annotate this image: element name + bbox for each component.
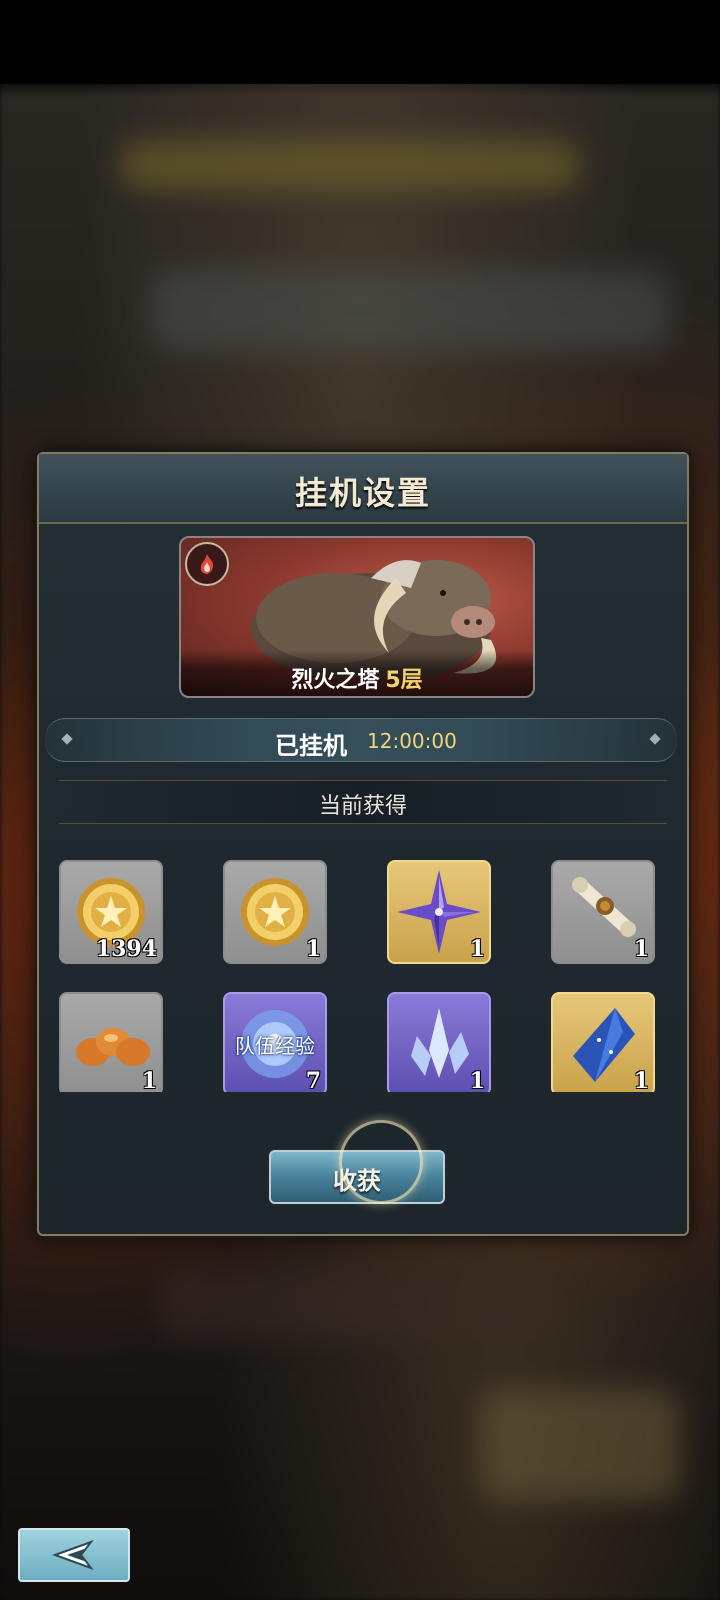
reward-item[interactable]: 队伍经验 7 bbox=[223, 992, 327, 1092]
earnings-header: 当前获得 bbox=[59, 780, 667, 824]
status-bar-area bbox=[0, 0, 720, 84]
bg-blur-strip bbox=[150, 270, 670, 350]
bg-blur-strip bbox=[160, 1270, 560, 1340]
stage-floor: 5层 bbox=[385, 668, 423, 693]
reward-item[interactable]: 1 bbox=[387, 992, 491, 1092]
reward-item[interactable]: 1 bbox=[223, 860, 327, 964]
back-arrow-icon bbox=[52, 1539, 94, 1571]
afk-elapsed-time: 12:00:00 bbox=[367, 729, 457, 753]
diamond-ornament-icon bbox=[649, 733, 661, 745]
diamond-ornament-icon bbox=[61, 733, 73, 745]
reward-item[interactable]: 1394 bbox=[59, 860, 163, 964]
fire-icon bbox=[200, 554, 214, 574]
afk-status-bar: 已挂机 12:00:00 bbox=[45, 718, 677, 762]
bg-blur-strip bbox=[480, 1390, 680, 1500]
bg-blur-strip bbox=[120, 140, 580, 190]
dialog-header: 挂机设置 bbox=[39, 454, 687, 524]
harvest-button-label: 收获 bbox=[333, 1166, 381, 1195]
stage-banner[interactable]: 烈火之塔 5层 bbox=[179, 536, 535, 698]
fire-element-badge bbox=[185, 542, 229, 586]
stage-name: 烈火之塔 bbox=[291, 668, 380, 693]
item-count: 7 bbox=[305, 1068, 321, 1092]
stage-caption: 烈火之塔 5层 bbox=[181, 650, 533, 696]
earnings-header-label: 当前获得 bbox=[318, 794, 407, 819]
item-count: 1 bbox=[633, 1068, 649, 1092]
item-count: 1394 bbox=[95, 936, 157, 962]
reward-item[interactable]: 1 bbox=[387, 860, 491, 964]
reward-item[interactable]: 1 bbox=[551, 992, 655, 1092]
item-count: 1 bbox=[469, 936, 485, 962]
dialog-title: 挂机设置 bbox=[294, 474, 431, 512]
item-count: 1 bbox=[305, 936, 321, 962]
afk-settings-dialog: 挂机设置 烈火之塔 5层 已挂机 12:00:00 当前获得 1394 1 1 … bbox=[37, 452, 689, 1236]
reward-item[interactable]: 1 bbox=[551, 860, 655, 964]
item-count: 1 bbox=[469, 1068, 485, 1092]
reward-items-list[interactable]: 1394 1 1 1 1 队伍经验 7 1 1 bbox=[53, 860, 673, 1092]
item-count: 1 bbox=[141, 1068, 157, 1092]
reward-item[interactable]: 1 bbox=[59, 992, 163, 1092]
item-count: 1 bbox=[633, 936, 649, 962]
team-exp-label: 队伍经验 bbox=[235, 1034, 315, 1058]
back-button[interactable] bbox=[18, 1528, 130, 1582]
harvest-button[interactable]: 收获 bbox=[269, 1150, 445, 1204]
afk-status-label: 已挂机 bbox=[275, 732, 347, 760]
